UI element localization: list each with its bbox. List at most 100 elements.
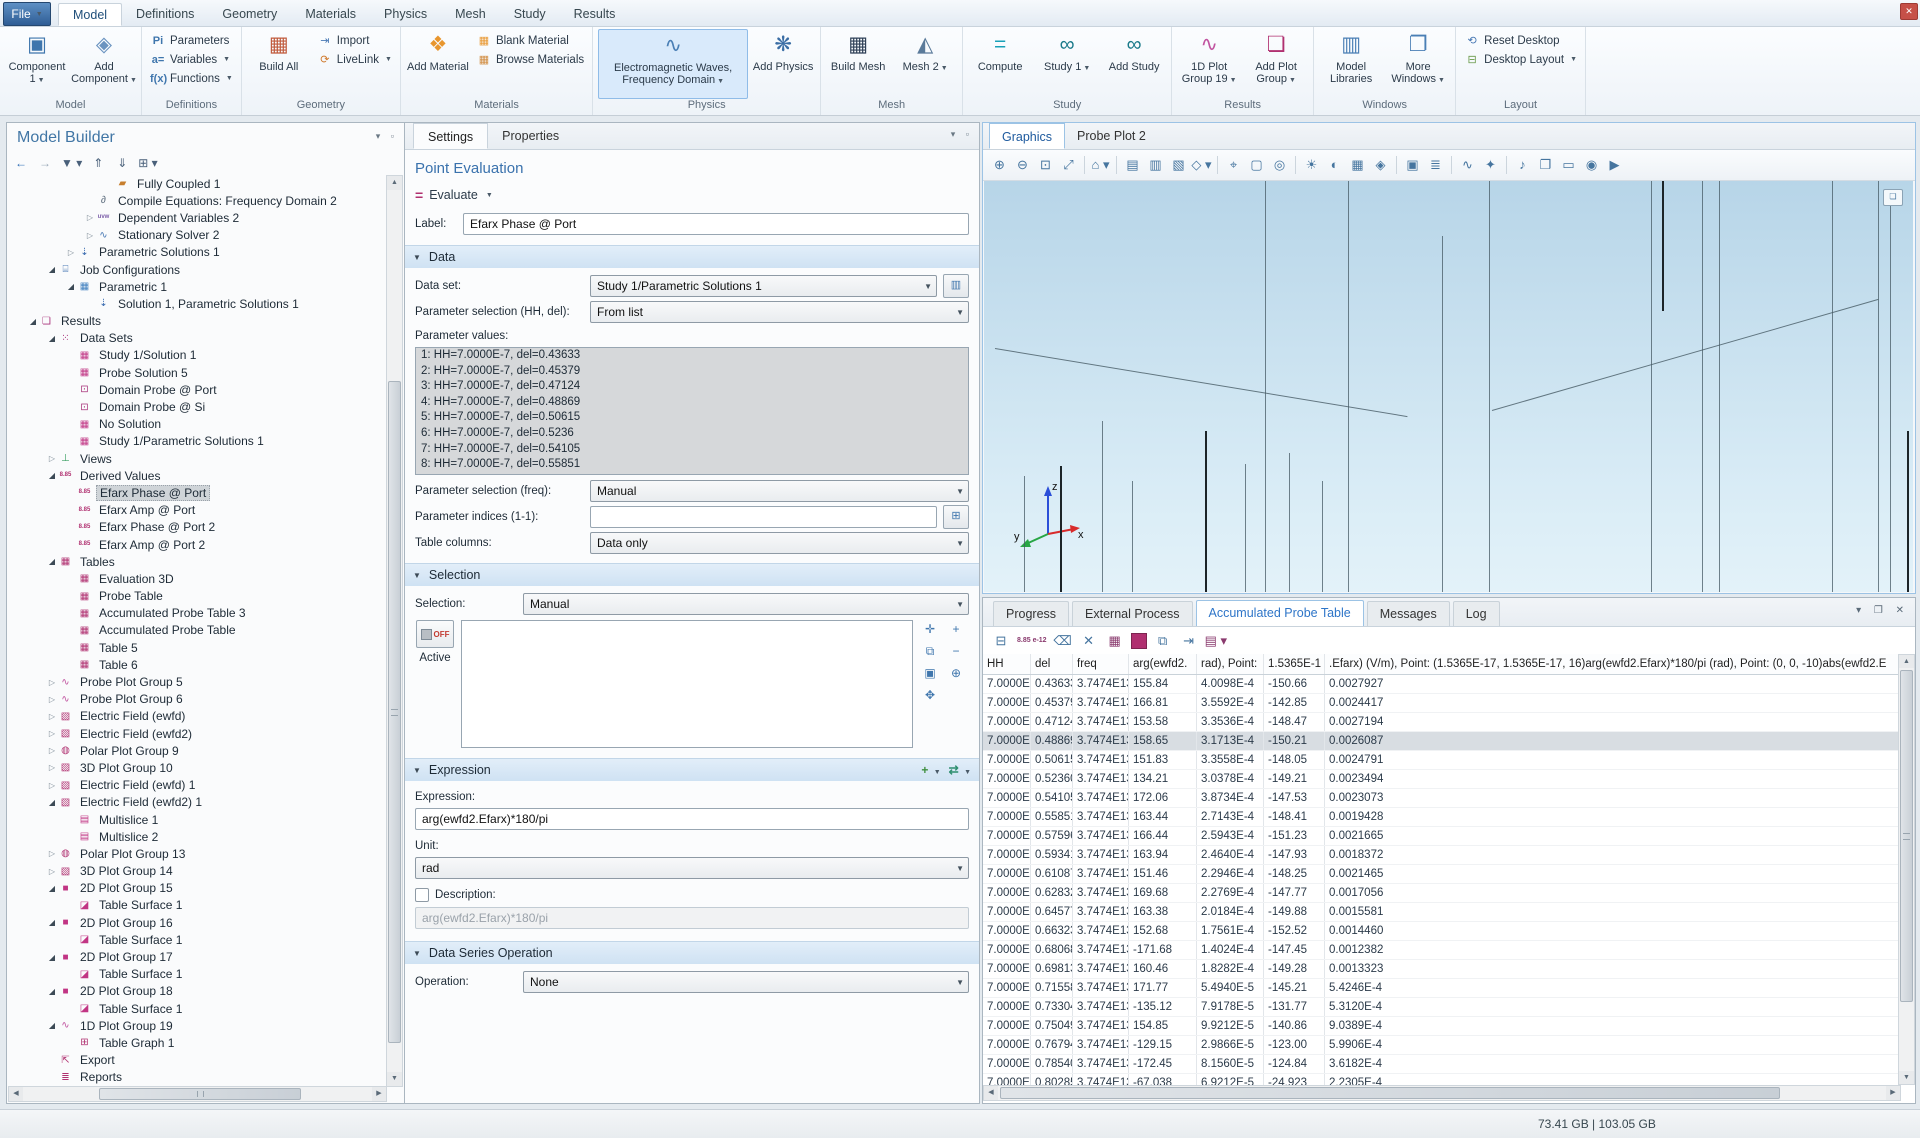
parameter-value-item[interactable]: 6: HH=7.0000E-7, del=0.5236 xyxy=(416,426,968,442)
scroll-down-icon[interactable]: ▼ xyxy=(387,1072,402,1086)
app-tab-study[interactable]: Study xyxy=(500,3,560,26)
parameter-value-item[interactable]: 3: HH=7.0000E-7, del=0.47124 xyxy=(416,379,968,395)
study-1-button[interactable]: ∞Study 1▼ xyxy=(1035,29,1099,99)
blank-material-button[interactable]: ▦Blank Material xyxy=(473,32,587,49)
range-button[interactable]: ⊞ xyxy=(943,505,969,529)
wireframe-icon[interactable]: ▦ xyxy=(1347,154,1368,176)
tree-item[interactable]: ▷▧Electric Field (ewfd2) xyxy=(9,725,386,742)
tree-item[interactable]: ◪Table Surface 1 xyxy=(9,931,386,948)
scroll-left-icon[interactable]: ◀ xyxy=(984,1086,998,1100)
table-header-cell[interactable]: freq xyxy=(1073,654,1129,674)
tree-item[interactable]: ▦Table 5 xyxy=(9,639,386,656)
xy-view-icon[interactable]: ▤ xyxy=(1122,154,1143,176)
table-row[interactable]: 7.0000E-70.785403.7474E13-172.458.1560E-… xyxy=(983,1055,1901,1074)
update-table-icon[interactable]: ⊟ xyxy=(991,631,1011,651)
display-options-icon[interactable]: ▤ ▾ xyxy=(1205,631,1227,651)
add-physics-button[interactable]: ❋Add Physics xyxy=(751,29,815,99)
app-tab-materials[interactable]: Materials xyxy=(291,3,370,26)
panel-menu-icon[interactable]: ▾ ▫ xyxy=(951,129,973,140)
table-row[interactable]: 7.0000E-70.680683.7474E13-171.681.4024E-… xyxy=(983,941,1901,960)
add-study-button[interactable]: ∞Add Study xyxy=(1102,29,1166,99)
model-libraries-button[interactable]: ▥Model Libraries xyxy=(1319,29,1383,99)
tree-item[interactable]: ▷◍Polar Plot Group 13 xyxy=(9,845,386,862)
replace-expression-icon[interactable]: ⇄ ▼ xyxy=(949,763,971,777)
image-export-icon[interactable]: ▣ xyxy=(1402,154,1423,176)
collapsed-icon[interactable]: ▷ xyxy=(46,729,58,738)
tree-item[interactable]: ▤Multislice 1 xyxy=(9,811,386,828)
clear-table-icon[interactable]: ⌫ xyxy=(1053,631,1073,651)
description-input[interactable]: arg(ewfd2.Efarx)*180/pi xyxy=(415,907,969,929)
tree-item[interactable]: ◢❏Results xyxy=(9,313,386,330)
expanded-icon[interactable]: ◢ xyxy=(46,987,58,996)
physics-interface-button[interactable]: ∿Electromagnetic Waves, Frequency Domain… xyxy=(598,29,748,99)
remove-from-selection-icon[interactable]: − xyxy=(945,642,967,660)
transparency-icon[interactable]: ◐ xyxy=(1324,154,1345,176)
show-options-button[interactable]: ▼ ▾ xyxy=(61,156,82,170)
select-icon[interactable]: ⌖ xyxy=(1223,154,1244,176)
print-icon[interactable]: ≣ xyxy=(1425,154,1446,176)
expanded-icon[interactable]: ◢ xyxy=(46,1021,58,1030)
add-plot-group-button[interactable]: ❏Add Plot Group▼ xyxy=(1244,29,1308,99)
parameter-value-item[interactable]: 8: HH=7.0000E-7, del=0.55851 xyxy=(416,457,968,473)
zoom-selected-icon[interactable]: ◎ xyxy=(1269,154,1290,176)
tree-item[interactable]: ⊡Domain Probe @ Si xyxy=(9,398,386,415)
table-row[interactable]: 7.0000E-70.506153.7474E13151.833.3558E-4… xyxy=(983,751,1901,770)
tree-item[interactable]: ◢⁙Data Sets xyxy=(9,330,386,347)
expanded-icon[interactable]: ◢ xyxy=(46,471,58,480)
collapsed-icon[interactable]: ▷ xyxy=(46,849,58,858)
paste-selection-icon[interactable]: ▣ xyxy=(919,664,941,682)
parameters-button[interactable]: PiParameters xyxy=(147,32,236,49)
compute-button[interactable]: =Compute xyxy=(968,29,1032,99)
scrollbar-thumb[interactable] xyxy=(388,381,401,1043)
create-selection-icon[interactable]: ✛ xyxy=(919,620,941,638)
tab-messages[interactable]: Messages xyxy=(1367,601,1450,626)
table-row[interactable]: 7.0000E-70.523603.7474E13134.213.0378E-4… xyxy=(983,770,1901,789)
add-expression-icon[interactable]: + ▼ xyxy=(921,763,940,777)
tree-item[interactable]: ▷∿Probe Plot Group 5 xyxy=(9,673,386,690)
screenshot-icon[interactable]: ◉ xyxy=(1581,154,1602,176)
zoom-in-icon[interactable]: ⊕ xyxy=(989,154,1010,176)
plot-group-19-button[interactable]: ∿1D Plot Group 19▼ xyxy=(1177,29,1241,99)
tree-item[interactable]: ▷▧Electric Field (ewfd) xyxy=(9,708,386,725)
collapsed-icon[interactable]: ▷ xyxy=(46,781,58,790)
panel-window-icons[interactable]: ▾ ❐ ✕ xyxy=(1856,605,1909,616)
build-all-button[interactable]: ▦Build All xyxy=(247,29,311,99)
livelink-button[interactable]: ⟳LiveLink▼ xyxy=(314,51,395,68)
tree-item[interactable]: ◢■2D Plot Group 17 xyxy=(9,948,386,965)
move-down-button[interactable]: ⇓ xyxy=(114,156,130,170)
expanded-icon[interactable]: ◢ xyxy=(46,334,58,343)
app-tab-model[interactable]: Model xyxy=(58,3,122,26)
table-columns-select[interactable]: Data only▼ xyxy=(590,532,969,554)
tree-item[interactable]: ▤Multislice 2 xyxy=(9,828,386,845)
section-expression[interactable]: ▼Expression + ▼ ⇄ ▼ xyxy=(405,758,979,781)
tree-item[interactable]: ◢■2D Plot Group 15 xyxy=(9,880,386,897)
tab-properties[interactable]: Properties xyxy=(488,123,573,149)
selection-list[interactable] xyxy=(461,620,913,748)
collapsed-icon[interactable]: ▷ xyxy=(65,248,77,257)
cell-color-icon[interactable] xyxy=(1131,633,1147,649)
plot-window-icon[interactable]: ❏ xyxy=(1883,189,1903,206)
export-table-icon[interactable]: ⇥ xyxy=(1179,631,1199,651)
expanded-icon[interactable]: ◢ xyxy=(46,265,58,274)
data-set-select[interactable]: Study 1/Parametric Solutions 1▼ xyxy=(590,275,937,297)
app-tab-results[interactable]: Results xyxy=(560,3,630,26)
tree-item[interactable]: 8.85Efarx Phase @ Port 2 xyxy=(9,519,386,536)
collapsed-icon[interactable]: ▷ xyxy=(46,712,58,721)
tree-item[interactable]: ◪Table Surface 1 xyxy=(9,966,386,983)
parameter-value-item[interactable]: 7: HH=7.0000E-7, del=0.54105 xyxy=(416,442,968,458)
tree-item[interactable]: ⊞Table Graph 1 xyxy=(9,1034,386,1051)
tree-item[interactable]: ▦Accumulated Probe Table xyxy=(9,622,386,639)
parameter-value-item[interactable]: 4: HH=7.0000E-7, del=0.48869 xyxy=(416,395,968,411)
param-selection-select[interactable]: From list▼ xyxy=(590,301,969,323)
table-row[interactable]: 7.0000E-70.628323.7474E13169.682.2769E-4… xyxy=(983,884,1901,903)
tree-item[interactable]: ◢■2D Plot Group 16 xyxy=(9,914,386,931)
tree-item[interactable]: ◢▦Parametric 1 xyxy=(9,278,386,295)
scroll-right-icon[interactable]: ▶ xyxy=(372,1087,386,1101)
table-row[interactable]: 7.0000E-70.663233.7474E13152.681.7561E-4… xyxy=(983,922,1901,941)
expanded-icon[interactable]: ◢ xyxy=(46,953,58,962)
table-vertical-scrollbar[interactable]: ▲ ▼ xyxy=(1898,654,1915,1085)
tree-item[interactable]: ▦Table 6 xyxy=(9,656,386,673)
collapsed-icon[interactable]: ▷ xyxy=(46,454,58,463)
forward-button[interactable]: → xyxy=(37,156,53,170)
table-header-cell[interactable]: arg(ewfd2. xyxy=(1129,654,1197,674)
